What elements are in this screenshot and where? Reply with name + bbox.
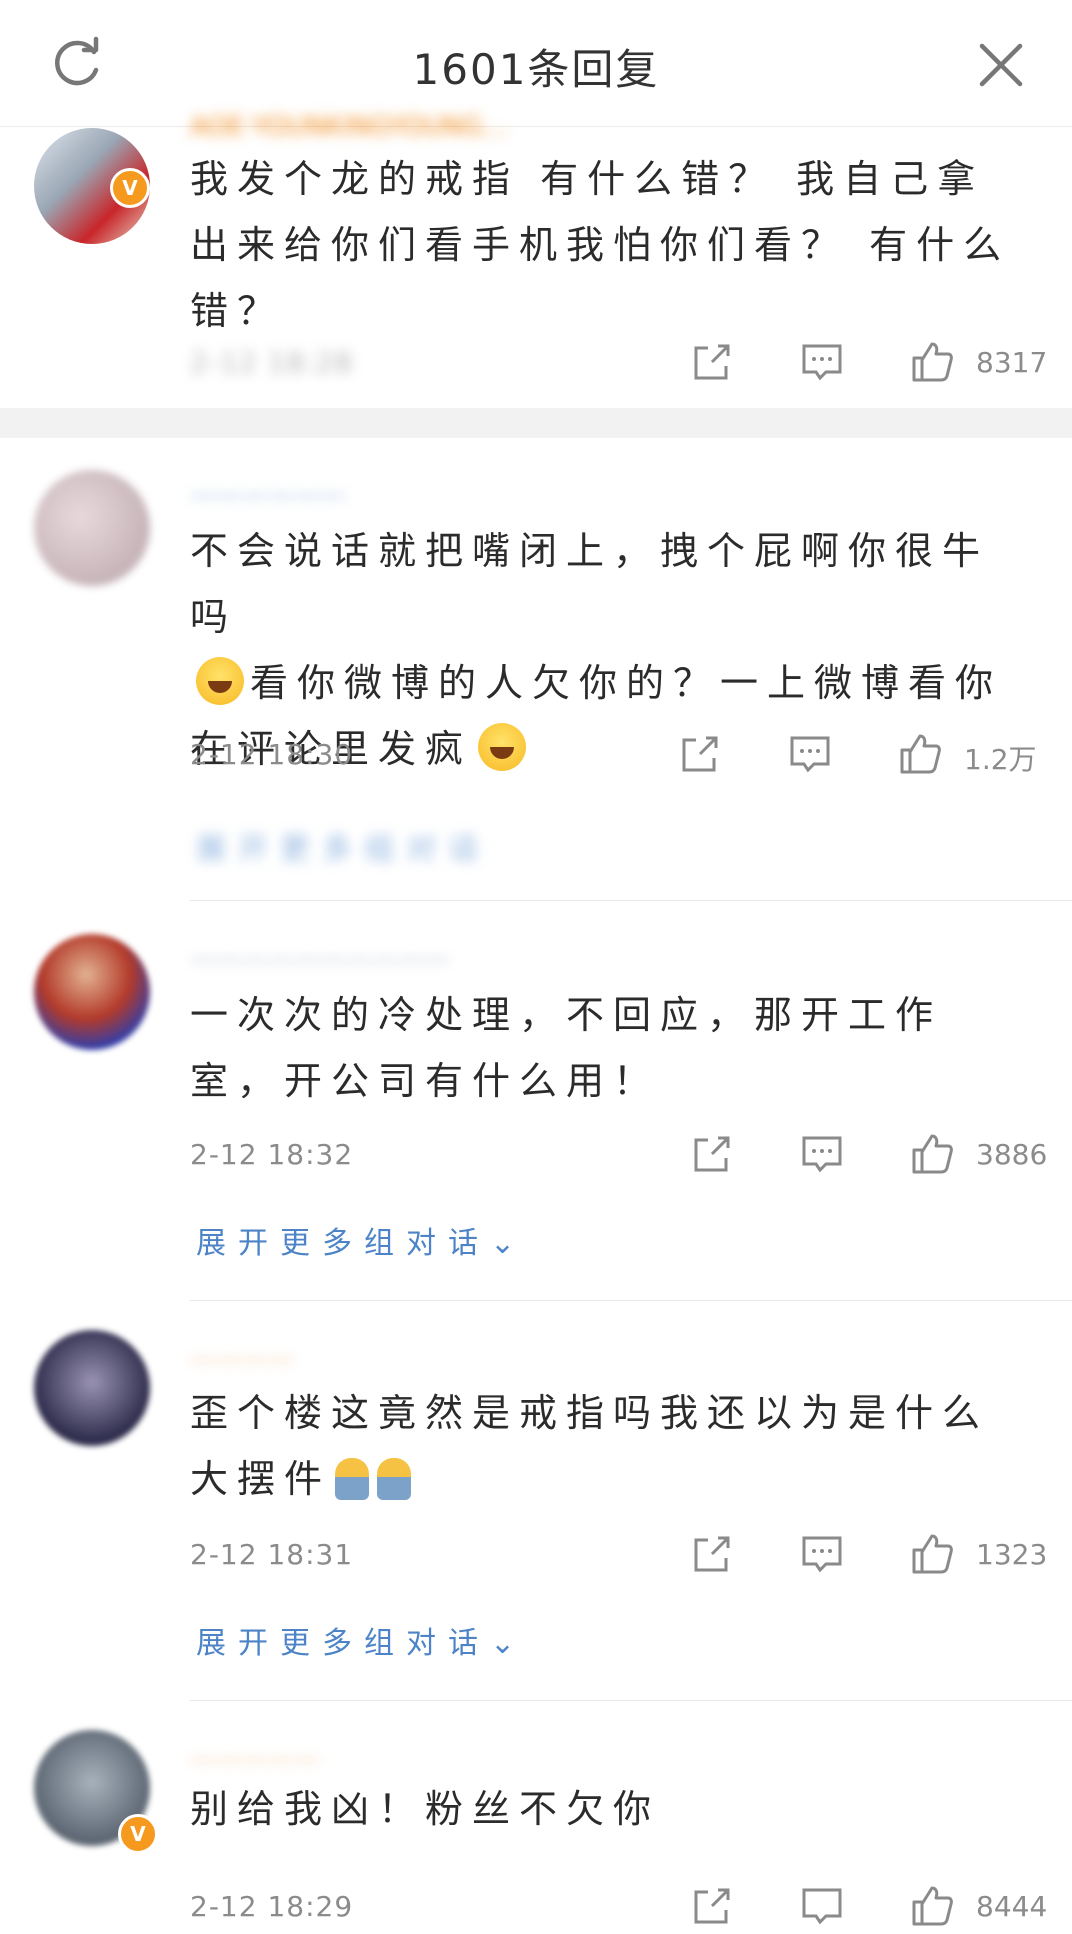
expand-label: 展开更多组对话 <box>196 1626 490 1661</box>
thumbs-up-icon[interactable] <box>908 1130 956 1178</box>
comment-icon[interactable] <box>798 1130 846 1178</box>
expand-conversation-link[interactable]: 展开更多组对话 <box>196 824 490 868</box>
reply-comment: —————————— 一次次的冷处理，不回应，那开工作室，开公司有什么用！ 2-… <box>0 930 1072 1262</box>
comment-text-part-1: 不会说话就把嘴闭上，拽个屁啊你很牛吗 <box>190 529 990 639</box>
timestamp: 2-12 18:29 <box>190 1890 354 1923</box>
close-icon[interactable] <box>974 38 1028 92</box>
like-count: 1.2万 <box>964 743 1037 776</box>
thumbs-up-icon[interactable] <box>908 1882 956 1930</box>
reply-comment: ———— 歪个楼这竟然是戒指吗我还以为是什么大摆件 2-12 18:31 132… <box>0 1330 1072 1662</box>
like-count: 1323 <box>976 1538 1048 1571</box>
username[interactable]: ————— <box>190 1744 490 1774</box>
crying-emoji-icon <box>335 1458 370 1500</box>
divider <box>190 1700 1072 1701</box>
comment-text: 歪个楼这竟然是戒指吗我还以为是什么大摆件 <box>190 1380 1030 1512</box>
username[interactable]: —————————— <box>190 944 550 974</box>
comment-text: 别给我凶！粉丝不欠你 <box>190 1787 661 1831</box>
thumbs-up-icon[interactable] <box>908 1530 956 1578</box>
share-icon[interactable] <box>688 338 736 386</box>
username[interactable]: —————— <box>190 480 390 510</box>
thumbs-up-icon[interactable] <box>896 730 944 778</box>
timestamp: 2-12 18:31 <box>190 1538 354 1571</box>
divider <box>190 900 1072 901</box>
crying-emoji-icon <box>377 1458 412 1500</box>
reply-comment: —————— 不会说话就把嘴闭上，拽个屁啊你很牛吗 看你微博的人欠你的？一上微博看… <box>0 470 1072 870</box>
avatar[interactable] <box>34 934 150 1050</box>
username[interactable]: AOE·YOUNKINGYOUNG… <box>190 112 610 142</box>
comment-icon[interactable] <box>798 338 846 386</box>
comment-icon[interactable] <box>798 1882 846 1930</box>
avatar[interactable] <box>34 1330 150 1446</box>
grin-sweat-emoji-icon <box>196 657 244 705</box>
expand-conversation-link[interactable]: 展开更多组对话⌄ <box>196 1218 515 1262</box>
comment-text-main: 歪个楼这竟然是戒指吗我还以为是什么大摆件 <box>190 1391 990 1501</box>
comment-text: 一次次的冷处理，不回应，那开工作室，开公司有什么用！ <box>190 993 943 1103</box>
chevron-down-icon: ⌄ <box>490 1626 516 1661</box>
like-count: 8317 <box>976 346 1048 379</box>
comment-icon[interactable] <box>786 730 834 778</box>
dialog-header: 1601条回复 <box>0 0 1072 127</box>
username[interactable]: ———— <box>190 1344 420 1374</box>
reply-comment: V ————— 别给我凶！粉丝不欠你 2-12 18:29 8444 <box>0 1730 1072 1926</box>
section-divider <box>0 408 1072 438</box>
avatar[interactable] <box>34 470 150 586</box>
verified-badge-icon: V <box>118 1814 158 1854</box>
like-count: 8444 <box>976 1890 1048 1923</box>
like-count: 3886 <box>976 1138 1048 1171</box>
share-icon[interactable] <box>688 1530 736 1578</box>
root-comment: V AOE·YOUNKINGYOUNG… 我发个龙的戒指 有什么错？ 我自己拿出… <box>0 112 1072 410</box>
share-icon[interactable] <box>688 1130 736 1178</box>
share-icon[interactable] <box>688 1882 736 1930</box>
timestamp: 2-12 18:30 <box>190 738 354 771</box>
thumbs-up-icon[interactable] <box>908 338 956 386</box>
comment-icon[interactable] <box>798 1530 846 1578</box>
timestamp: 2-12 18:28 <box>190 346 354 379</box>
expand-conversation-link[interactable]: 展开更多组对话⌄ <box>196 1618 515 1662</box>
share-icon[interactable] <box>676 730 724 778</box>
reply-count-title: 1601条回复 <box>412 45 660 94</box>
comment-text: 我发个龙的戒指 有什么错？ 我自己拿出来给你们看手机我怕你们看？ 有什么错？ <box>190 157 1011 333</box>
timestamp: 2-12 18:32 <box>190 1138 354 1171</box>
expand-label: 展开更多组对话 <box>196 1226 490 1261</box>
divider <box>190 1300 1072 1301</box>
chevron-down-icon: ⌄ <box>490 1226 516 1261</box>
verified-badge-icon: V <box>110 168 150 208</box>
